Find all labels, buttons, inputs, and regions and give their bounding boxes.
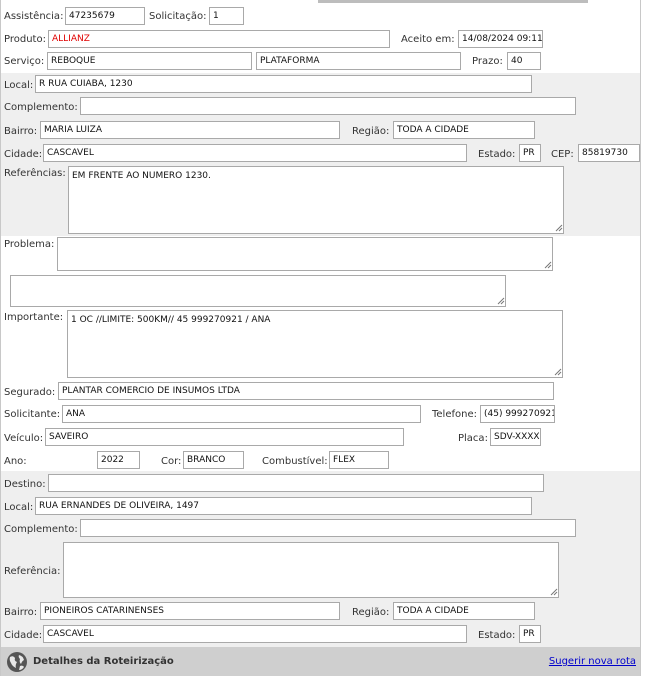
cor-label: Cor: [161, 456, 182, 467]
destino-bairro-label: Bairro: [4, 607, 38, 618]
ano-field[interactable]: 2022 [97, 451, 140, 469]
origem-bairro-field[interactable]: MARIA LUIZA [40, 121, 340, 139]
servico-label: Serviço: [4, 56, 45, 67]
destino-regiao-label: Região: [352, 607, 390, 618]
destino-estado-field[interactable]: PR [519, 625, 541, 643]
origem-local-field[interactable]: R RUA CUIABA, 1230 [35, 75, 532, 93]
segurado-field[interactable]: PLANTAR COMERCIO DE INSUMOS LTDA [58, 382, 554, 400]
produto-label: Produto: [4, 34, 46, 45]
destino-bairro-field[interactable]: PIONEIROS CATARINENSES [40, 602, 340, 620]
servico-field[interactable]: REBOQUE [47, 52, 252, 70]
destino-complemento-label: Complemento: [4, 524, 78, 535]
resize-grip-icon[interactable] [497, 297, 505, 305]
destino-regiao-field[interactable]: TODA A CIDADE [393, 602, 535, 620]
top-scrollbar[interactable] [318, 0, 588, 3]
resize-grip-icon[interactable] [544, 261, 552, 269]
globe-icon [7, 652, 27, 672]
placa-field[interactable]: SDV-XXXX [490, 428, 541, 446]
destino-local-label: Local: [4, 502, 34, 513]
combustivel-field[interactable]: FLEX [329, 451, 389, 469]
importante-textarea[interactable]: 1 OC //LIMITE: 500KM// 45 999270921 / AN… [67, 310, 563, 378]
problema-extra-textarea[interactable] [10, 275, 506, 307]
destino-cidade-field[interactable]: CASCAVEL [43, 625, 467, 643]
assistencia-field[interactable]: 47235679 [65, 7, 145, 25]
routing-details-bar[interactable]: Detalhes da Roteirização Sugerir nova ro… [1, 647, 640, 676]
telefone-label: Telefone: [432, 409, 477, 420]
resize-grip-icon[interactable] [550, 588, 558, 596]
origem-complemento-label: Complemento: [4, 102, 78, 113]
cor-field[interactable]: BRANCO [183, 451, 244, 469]
problema-textarea[interactable] [57, 237, 553, 271]
ano-label: Ano: [4, 456, 27, 467]
origem-cidade-label: Cidade: [4, 149, 43, 160]
origem-regiao-label: Região: [352, 126, 390, 137]
destino-referencia-textarea[interactable] [63, 542, 559, 598]
solicitante-field[interactable]: ANA [62, 405, 421, 423]
combustivel-label: Combustível: [262, 456, 328, 467]
resize-grip-icon[interactable] [554, 368, 562, 376]
origem-cidade-field[interactable]: CASCAVEL [43, 144, 467, 162]
veiculo-label: Veículo: [4, 433, 44, 444]
servico-tipo-field[interactable]: PLATAFORMA [256, 52, 461, 70]
origem-estado-field[interactable]: PR [519, 144, 541, 162]
solicitacao-label: Solicitação: [149, 11, 207, 22]
destino-label: Destino: [4, 479, 46, 490]
telefone-field[interactable]: (45) 999270921 [480, 405, 555, 423]
solicitante-label: Solicitante: [4, 409, 61, 420]
origem-estado-label: Estado: [478, 149, 516, 160]
origem-cep-field[interactable]: 85819730 [578, 144, 640, 162]
origem-bairro-label: Bairro: [4, 126, 38, 137]
assistencia-label: Assistência: [4, 11, 64, 22]
destino-cidade-label: Cidade: [4, 630, 43, 641]
origem-complemento-field[interactable] [80, 97, 576, 115]
origem-cep-label: CEP: [551, 149, 574, 160]
solicitacao-field[interactable]: 1 [209, 7, 244, 25]
prazo-label: Prazo: [472, 56, 503, 67]
suggest-route-link[interactable]: Sugerir nova rota [549, 656, 636, 667]
segurado-label: Segurado: [4, 387, 56, 398]
prazo-field[interactable]: 40 [507, 52, 541, 70]
routing-details-title: Detalhes da Roteirização [33, 656, 174, 667]
placa-label: Placa: [458, 433, 488, 444]
destino-referencia-label: Referência: [4, 566, 61, 577]
origem-referencias-textarea[interactable]: EM FRENTE AO NUMERO 1230. [68, 166, 564, 234]
resize-grip-icon[interactable] [555, 224, 563, 232]
aceito-em-label: Aceito em: [401, 34, 455, 45]
produto-field[interactable]: ALLIANZ [48, 30, 390, 48]
aceito-em-field[interactable]: 14/08/2024 09:11 [458, 30, 543, 48]
importante-label: Importante: [4, 312, 64, 323]
destino-complemento-field[interactable] [80, 519, 576, 537]
destino-field[interactable] [48, 474, 544, 492]
veiculo-field[interactable]: SAVEIRO [45, 428, 404, 446]
problema-label: Problema: [4, 239, 55, 250]
destino-estado-label: Estado: [478, 630, 516, 641]
origem-local-label: Local: [4, 80, 34, 91]
destino-local-field[interactable]: RUA ERNANDES DE OLIVEIRA, 1497 [35, 497, 532, 515]
origem-regiao-field[interactable]: TODA A CIDADE [393, 121, 535, 139]
origem-referencias-label: Referências: [4, 168, 66, 179]
